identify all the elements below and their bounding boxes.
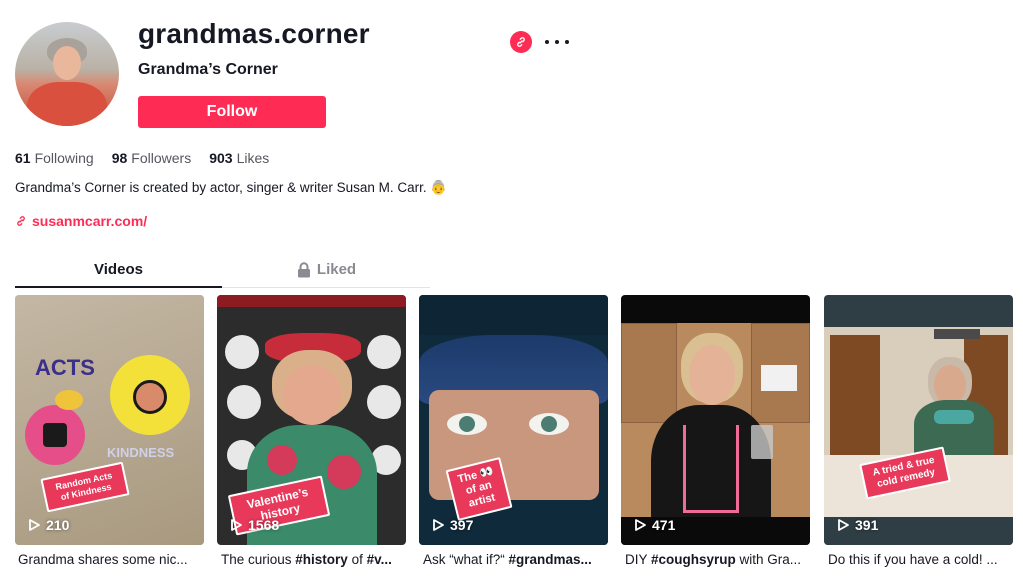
view-count-text: 391 (855, 517, 879, 533)
follow-button[interactable]: Follow (138, 96, 326, 128)
caption-text: DIY (625, 552, 652, 567)
video-thumbnail: ACTS KINDNESS (15, 295, 204, 545)
view-count-text: 397 (450, 517, 474, 533)
active-tab-indicator (15, 286, 222, 288)
play-icon (231, 519, 242, 531)
video-thumbnail (621, 295, 810, 545)
profile-stats: 61 Following 98 Followers 903 Likes (15, 150, 269, 166)
tab-liked[interactable]: Liked (223, 258, 430, 288)
lock-icon (297, 262, 310, 278)
video-thumbnail (824, 295, 1013, 545)
view-count-text: 210 (46, 517, 70, 533)
video-caption[interactable]: Grandma shares some nic... (18, 552, 207, 567)
following-label: Following (34, 150, 94, 166)
caption-text: with Gra... (735, 552, 802, 567)
video-caption[interactable]: Do this if you have a cold! ... (828, 552, 1018, 567)
caption-hashtag[interactable]: #coughsyrup (651, 552, 736, 567)
view-count: 1568 (231, 517, 279, 533)
more-options-icon[interactable] (545, 32, 569, 52)
tab-videos-label: Videos (94, 261, 143, 278)
view-count: 397 (433, 517, 473, 533)
profile-bio: Grandma’s Corner is created by actor, si… (15, 180, 448, 195)
play-icon (635, 519, 646, 531)
profile-link[interactable]: susanmcarr.com/ (15, 213, 147, 229)
avatar-face (53, 46, 81, 80)
following-count: 61 (15, 150, 31, 166)
profile-nickname: Grandma’s Corner (138, 61, 278, 78)
video-card[interactable]: ACTS KINDNESS Random Acts of Kindness 21… (15, 295, 204, 545)
caption-text: Do this if you have a cold! ... (828, 552, 998, 567)
caption-hashtag[interactable]: #grandmas... (509, 552, 592, 567)
video-caption[interactable]: Ask “what if?“ #grandmas... (423, 552, 612, 567)
tab-videos[interactable]: Videos (15, 258, 222, 288)
avatar[interactable] (15, 22, 119, 126)
video-card[interactable]: The 👀 of an artist 397 (419, 295, 608, 545)
following-stat[interactable]: 61 Following (15, 150, 94, 166)
link-icon (17, 216, 25, 226)
video-caption[interactable]: DIY #coughsyrup with Gra... (625, 552, 814, 567)
view-count-text: 471 (652, 517, 676, 533)
dot (565, 40, 569, 44)
profile-tabs: Videos Liked (15, 258, 430, 288)
followers-label: Followers (131, 150, 192, 166)
dot (555, 40, 559, 44)
caption-text: Grandma shares some nic... (18, 552, 188, 567)
tab-liked-label: Liked (316, 261, 357, 278)
caption-text: The curious (221, 552, 296, 567)
video-thumbnail (419, 295, 608, 545)
video-card[interactable]: 471 (621, 295, 810, 545)
view-count: 391 (838, 517, 878, 533)
link-icon (517, 37, 525, 47)
profile-username: grandmas.corner (138, 18, 370, 49)
play-icon (838, 519, 849, 531)
view-count: 471 (635, 517, 675, 533)
play-icon (29, 519, 40, 531)
caption-text: of (347, 552, 367, 567)
caption-hashtag[interactable]: #v... (367, 552, 392, 567)
likes-count: 903 (209, 150, 233, 166)
video-card[interactable]: Valentine’s history 1568 (217, 295, 406, 545)
profile-link-text: susanmcarr.com/ (32, 213, 148, 229)
play-icon (433, 519, 444, 531)
caption-hashtag[interactable]: #history (295, 552, 348, 567)
likes-stat: 903 Likes (209, 150, 269, 166)
video-caption[interactable]: The curious #history of #v... (221, 552, 410, 567)
caption-text: Ask “what if?“ (423, 552, 509, 567)
view-count-text: 1568 (248, 517, 280, 533)
followers-count: 98 (111, 150, 128, 166)
avatar-shirt (27, 82, 107, 126)
video-card[interactable]: A tried & true cold remedy 391 (824, 295, 1013, 545)
followers-stat[interactable]: 98 Followers (112, 150, 191, 166)
view-count: 210 (29, 517, 69, 533)
likes-label: Likes (236, 150, 270, 166)
dot (545, 40, 549, 44)
share-link-icon[interactable] (510, 31, 532, 53)
